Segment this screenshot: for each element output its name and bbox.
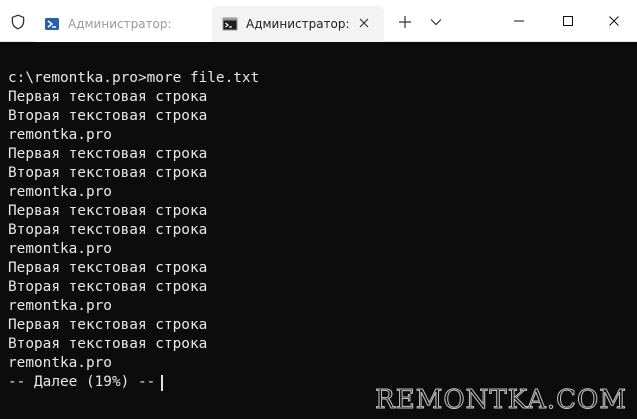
- terminal-line: Первая текстовая строка: [8, 317, 208, 333]
- watermark: REMONTKA.COM: [375, 385, 627, 416]
- terminal-line: remontka.pro: [8, 184, 112, 200]
- terminal-line: Вторая текстовая строка: [8, 165, 208, 181]
- title-bar: Администратор: W Администратор: C: [0, 0, 637, 42]
- tab-cmd[interactable]: Администратор: C: [212, 6, 384, 42]
- terminal-line: Вторая текстовая строка: [8, 108, 208, 124]
- tab-title: Администратор: W: [68, 17, 176, 31]
- chevron-down-icon[interactable]: [430, 18, 442, 26]
- tab-close-icon[interactable]: [358, 17, 370, 29]
- terminal-window: Администратор: W Администратор: C c:\rem…: [0, 0, 637, 419]
- terminal-line: remontka.pro: [8, 241, 112, 257]
- more-prompt: -- Далее (19%) --: [8, 374, 156, 390]
- terminal-line: remontka.pro: [8, 355, 112, 371]
- terminal-line: Первая текстовая строка: [8, 146, 208, 162]
- maximize-button[interactable]: [545, 0, 591, 42]
- terminal-line: Вторая текстовая строка: [8, 336, 208, 352]
- terminal-line: Первая текстовая строка: [8, 89, 208, 105]
- terminal-line: Первая текстовая строка: [8, 260, 208, 276]
- minimize-icon: [514, 20, 524, 22]
- minimize-button[interactable]: [496, 0, 542, 42]
- terminal-line: Вторая текстовая строка: [8, 222, 208, 238]
- shield-icon: [11, 14, 25, 30]
- terminal-output[interactable]: c:\remontka.pro>more file.txt Первая тек…: [0, 43, 637, 419]
- maximize-icon: [563, 16, 573, 26]
- terminal-line: remontka.pro: [8, 127, 112, 143]
- close-button[interactable]: [591, 0, 637, 42]
- tab-title: Администратор: C: [246, 17, 354, 31]
- powershell-icon: [45, 18, 59, 30]
- new-tab-icon[interactable]: [398, 15, 412, 29]
- cmd-icon: [222, 17, 238, 31]
- terminal-line: Вторая текстовая строка: [8, 279, 208, 295]
- text-cursor: [161, 374, 164, 391]
- terminal-line: remontka.pro: [8, 298, 112, 314]
- tab-powershell[interactable]: Администратор: W: [34, 6, 212, 42]
- terminal-line: Первая текстовая строка: [8, 203, 208, 219]
- close-icon: [609, 16, 619, 26]
- terminal-line: c:\remontka.pro>more file.txt: [8, 70, 260, 86]
